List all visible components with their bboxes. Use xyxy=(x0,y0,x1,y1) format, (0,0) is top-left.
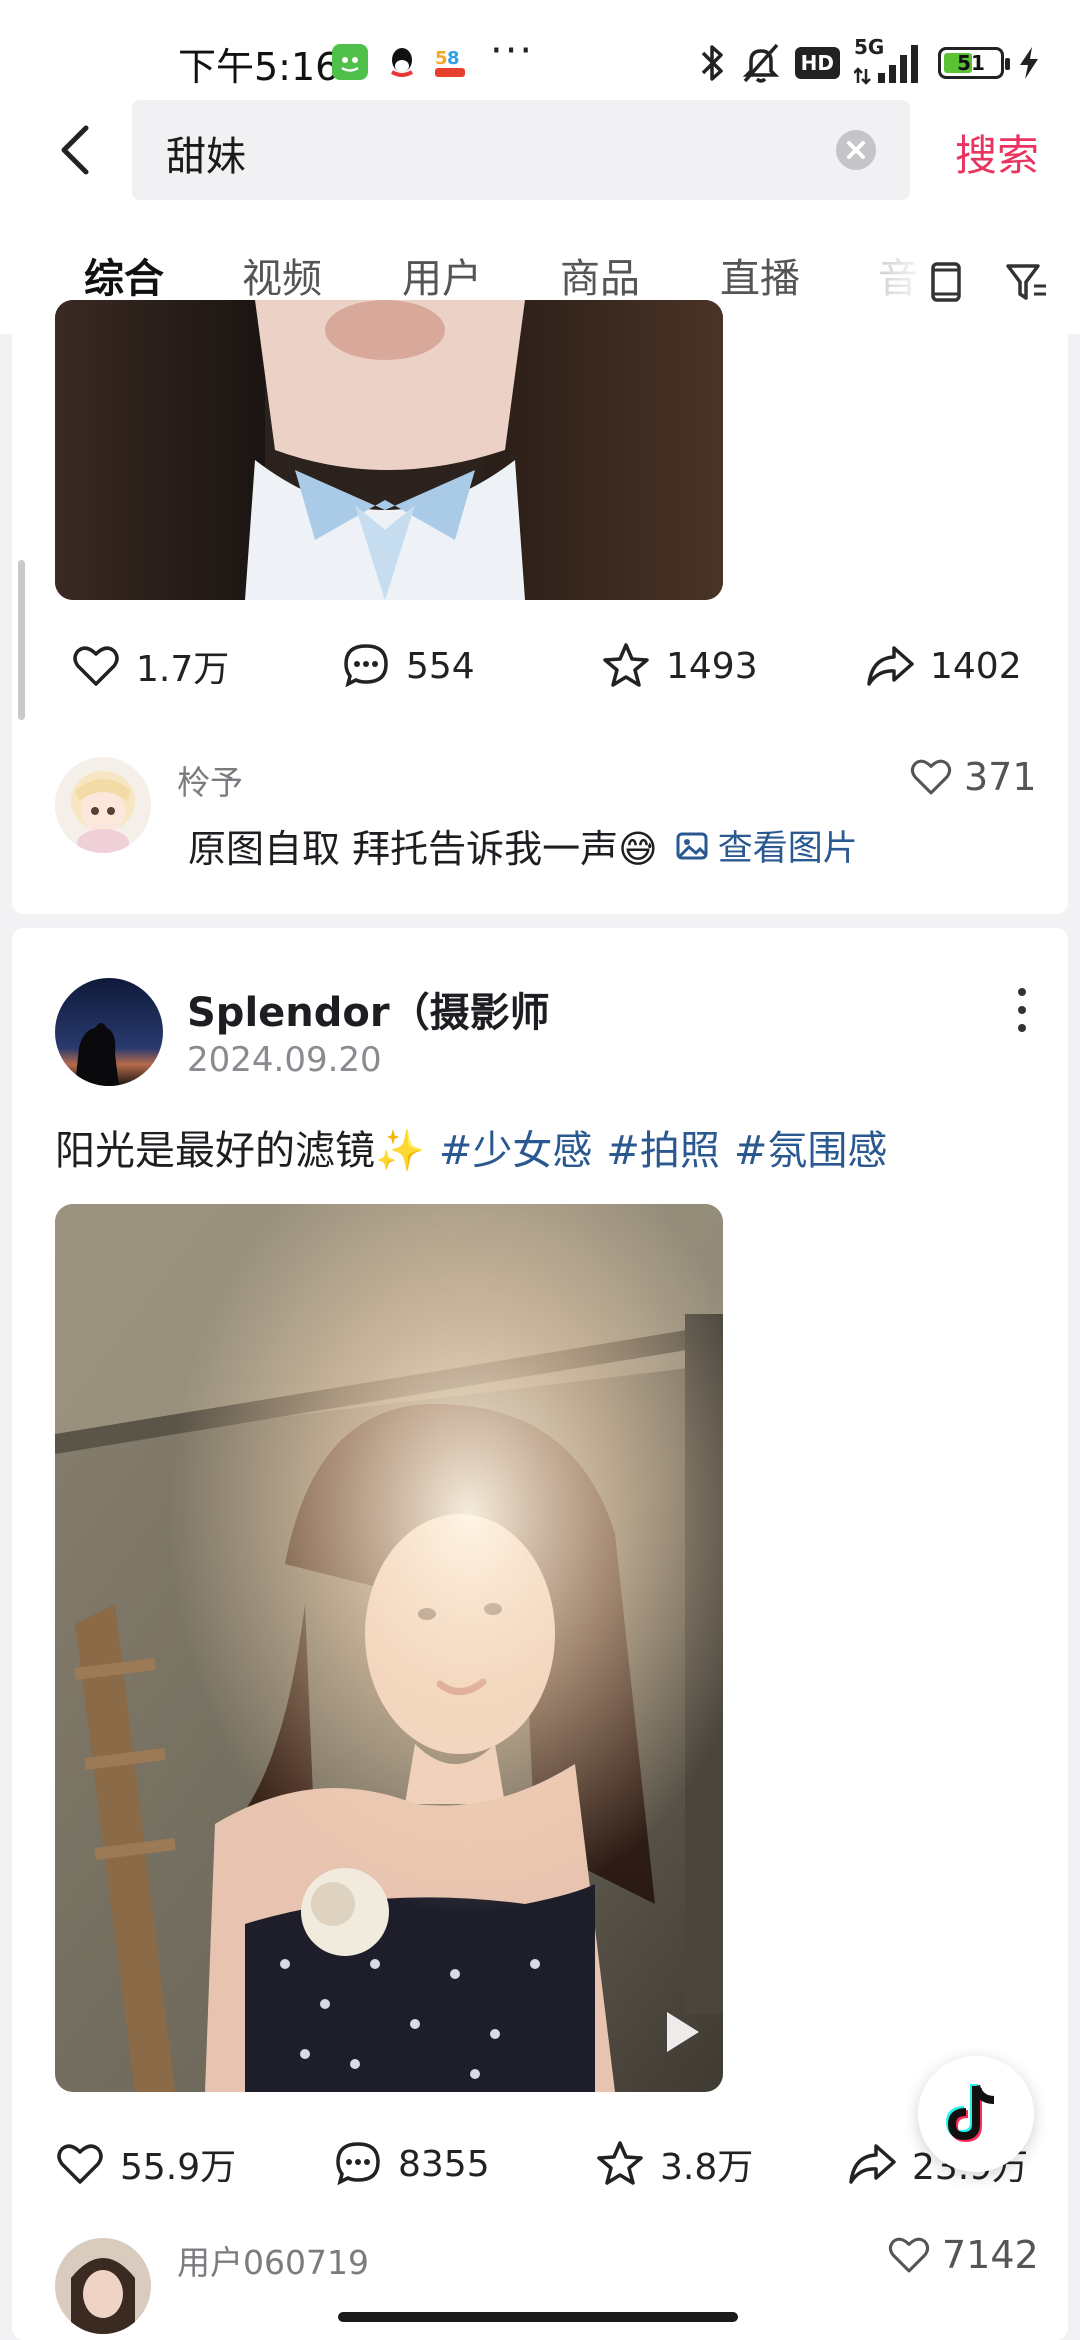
post-date: 2024.09.20 xyxy=(187,1040,382,1080)
mute-icon xyxy=(742,43,779,83)
tab-video[interactable]: 视频 xyxy=(242,246,322,304)
comment-icon xyxy=(344,644,388,688)
favorite-count: 1493 xyxy=(666,645,758,687)
post-actions: 1.7万 554 1493 1402 xyxy=(12,640,1068,710)
douyin-icon xyxy=(945,2084,995,2143)
tab-product[interactable]: 商品 xyxy=(560,246,640,304)
hashtag-link[interactable]: #氛围感 xyxy=(734,1128,888,1174)
favorite-button[interactable]: 3.8万 xyxy=(594,2138,753,2190)
view-image-link[interactable]: 查看图片 xyxy=(674,820,858,871)
bluetooth-icon xyxy=(701,45,723,81)
comment-like-count: 7142 xyxy=(942,2233,1039,2277)
hashtag-link[interactable]: #拍照 xyxy=(606,1128,720,1174)
heart-icon xyxy=(57,2144,103,2184)
comment-button[interactable]: 554 xyxy=(340,640,475,692)
heart-icon xyxy=(73,646,119,686)
hashtag-link[interactable]: #少女感 xyxy=(439,1128,593,1174)
comment-like-count: 371 xyxy=(964,755,1037,799)
comment-username[interactable]: 用户060719 xyxy=(177,2236,369,2284)
comment-count: 554 xyxy=(406,645,475,687)
like-button[interactable]: 55.9万 xyxy=(54,2138,236,2190)
svg-text:8: 8 xyxy=(447,48,460,69)
post-card: 1.7万 554 1493 1402 柃予 371 原图自取 拜托告诉我一声😅 … xyxy=(12,300,1068,914)
image-icon xyxy=(676,832,708,859)
star-icon xyxy=(597,2141,643,2185)
comment-text: 原图自取 拜托告诉我一声😅 查看图片 xyxy=(188,818,858,873)
share-icon xyxy=(867,646,914,686)
search-input[interactable]: 甜妹 xyxy=(132,100,910,200)
post-caption: 阳光是最好的滤镜✨ #少女感 #拍照 #氛围感 xyxy=(55,1118,887,1176)
comment-icon xyxy=(336,2142,380,2186)
share-button[interactable]: 1402 xyxy=(864,640,1022,692)
post-video-thumbnail[interactable] xyxy=(55,1204,723,2092)
battery-indicator: 51 xyxy=(938,47,1010,79)
scroll-indicator xyxy=(18,560,25,720)
share-count: 1402 xyxy=(930,645,1022,687)
like-count: 55.9万 xyxy=(120,2147,237,2188)
tab-comprehensive[interactable]: 综合 xyxy=(84,246,164,304)
douyin-floating-button[interactable] xyxy=(918,2056,1034,2172)
phone-icon[interactable] xyxy=(922,258,970,306)
battery-level: 51 xyxy=(957,51,985,75)
hd-voice-badge: HD xyxy=(794,47,840,79)
post-actions: 55.9万 8355 3.8万 23.9万 xyxy=(12,2138,1068,2208)
post-card: Splendor（摄影师 2024.09.20 阳光是最好的滤镜✨ #少女感 #拍照… xyxy=(12,928,1068,2340)
like-count: 1.7万 xyxy=(136,649,230,690)
post-image[interactable] xyxy=(55,300,723,600)
home-indicator[interactable] xyxy=(338,2312,738,2322)
signal-icon: 5G xyxy=(854,35,924,87)
share-icon xyxy=(849,2144,896,2184)
svg-text:5: 5 xyxy=(435,48,448,69)
comment-like-button[interactable]: 7142 xyxy=(886,2232,1039,2278)
comment-username[interactable]: 柃予 xyxy=(177,756,243,804)
tab-live[interactable]: 直播 xyxy=(720,246,800,304)
search-query[interactable]: 甜妹 xyxy=(166,124,246,182)
search-header: 甜妹 搜索 综合 视频 用户 商品 直播 音 xyxy=(0,100,1080,334)
more-icon[interactable] xyxy=(1002,980,1042,1040)
avatar[interactable] xyxy=(55,2238,151,2334)
more-notifications-icon: ··· xyxy=(490,28,535,74)
filter-icon[interactable] xyxy=(1002,258,1050,306)
heart-icon xyxy=(888,2237,930,2273)
charging-icon xyxy=(1020,47,1038,79)
like-button[interactable]: 1.7万 xyxy=(70,640,229,692)
58-app-notification-icon: 58 xyxy=(432,44,468,80)
favorite-count: 3.8万 xyxy=(660,2147,754,2188)
star-icon xyxy=(603,643,649,687)
view-image-label: 查看图片 xyxy=(717,829,858,869)
comment-like-button[interactable]: 371 xyxy=(908,754,1037,800)
caption-text: 阳光是最好的滤镜✨ xyxy=(55,1128,425,1174)
comment-count: 8355 xyxy=(398,2143,490,2185)
search-button[interactable]: 搜索 xyxy=(955,122,1039,183)
battery-cap xyxy=(1005,58,1010,70)
status-bar: 下午5:16 58 ··· HD 5G 51 xyxy=(0,0,1080,100)
comment-button[interactable]: 8355 xyxy=(332,2138,490,2190)
status-time: 下午5:16 xyxy=(178,45,340,89)
author-name[interactable]: Splendor（摄影师 xyxy=(187,980,550,1038)
back-icon[interactable] xyxy=(50,122,106,178)
tab-fade xyxy=(870,246,930,306)
heart-icon xyxy=(910,759,952,795)
avatar[interactable] xyxy=(55,757,151,853)
author-avatar[interactable] xyxy=(55,978,163,1086)
status-right: HD 5G 51 xyxy=(697,35,1040,88)
qq-notification-icon xyxy=(384,44,420,80)
favorite-button[interactable]: 1493 xyxy=(600,640,758,692)
comment-content: 原图自取 拜托告诉我一声😅 xyxy=(188,827,658,871)
tab-user[interactable]: 用户 xyxy=(402,246,482,304)
clear-icon[interactable] xyxy=(836,130,876,170)
wechat-notification-icon xyxy=(332,44,368,80)
